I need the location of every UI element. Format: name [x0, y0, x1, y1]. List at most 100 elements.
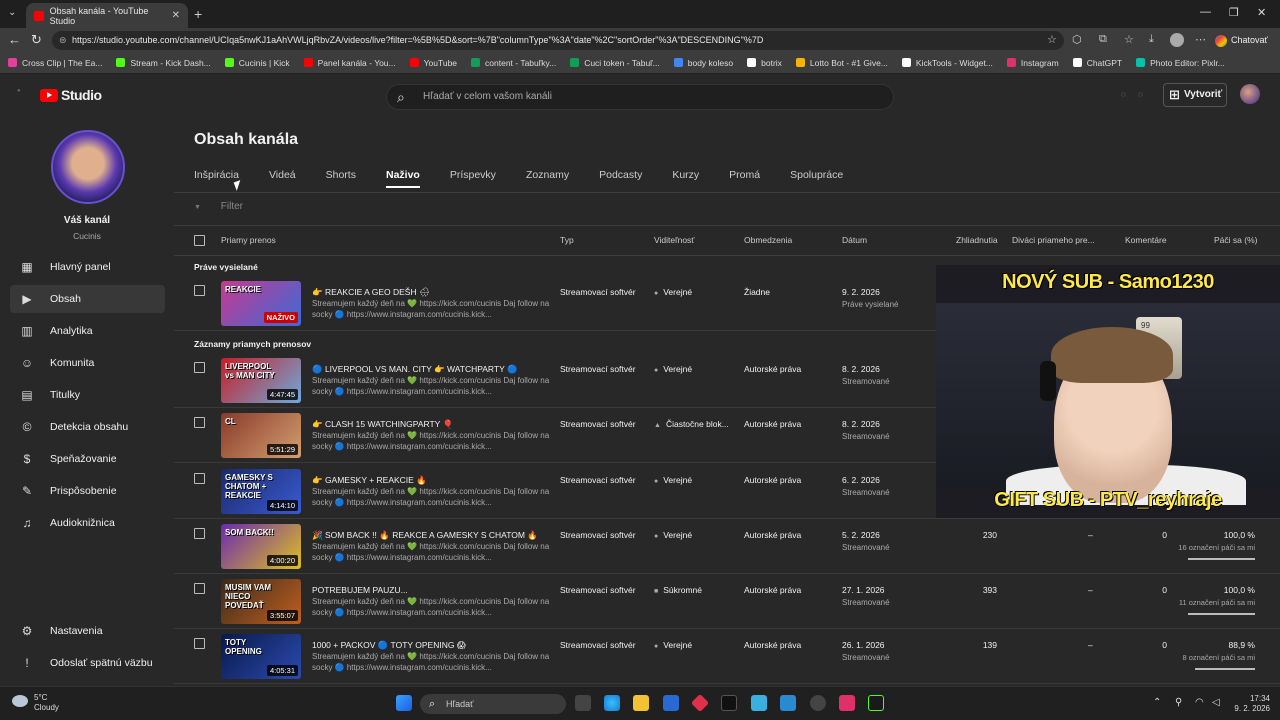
- tab-6[interactable]: Podcasty: [599, 169, 642, 188]
- clock[interactable]: 17:34 9. 2. 2026: [1232, 694, 1270, 714]
- tab-7[interactable]: Kurzy: [672, 169, 699, 188]
- restrictions-value[interactable]: Žiadne: [744, 287, 770, 297]
- extension-icon[interactable]: ⬡: [1072, 33, 1082, 46]
- video-title[interactable]: 🔵 LIVERPOOL VS MAN. CITY 👉 WATCHPARTY 🔵: [312, 364, 518, 375]
- bookmark-item[interactable]: body koleso: [673, 58, 733, 68]
- task-view-icon[interactable]: [575, 695, 591, 711]
- sidebar-item-copyright[interactable]: © Detekcia obsahu: [10, 413, 165, 441]
- bookmark-item[interactable]: YouTube: [409, 58, 457, 68]
- bookmark-item[interactable]: content - Tabuľky...: [471, 58, 556, 68]
- bookmark-item[interactable]: botrix: [747, 58, 782, 68]
- video-thumbnail[interactable]: SOM BACK!! 4:00:20: [221, 524, 301, 569]
- start-icon[interactable]: [396, 695, 412, 711]
- bookmark-item[interactable]: Cuci token - Tabuľ...: [570, 58, 660, 68]
- bookmark-star-icon[interactable]: ☆: [1047, 33, 1057, 46]
- row-checkbox[interactable]: [194, 528, 205, 539]
- account-avatar[interactable]: [1240, 84, 1260, 104]
- tab-8[interactable]: Promá: [729, 169, 760, 188]
- sidebar-item-dashboard[interactable]: ▦ Hlavný panel: [10, 253, 165, 281]
- column-header-views[interactable]: Zhliadnutia: [956, 235, 998, 245]
- bookmark-item[interactable]: Instagram: [1006, 58, 1059, 68]
- select-all-checkbox[interactable]: [194, 235, 205, 246]
- visibility-dropdown[interactable]: ▲ Čiastočne blok...: [654, 419, 729, 429]
- video-thumbnail[interactable]: TOTY OPENING 4:05:31: [221, 634, 301, 679]
- notification-icon[interactable]: ◌: [1138, 90, 1143, 99]
- browser-tab[interactable]: Obsah kanála - YouTube Studio ✕: [26, 3, 188, 28]
- visibility-dropdown[interactable]: ● Verejné: [654, 364, 692, 374]
- visibility-dropdown[interactable]: ● Verejné: [654, 530, 692, 540]
- profile-avatar-icon[interactable]: [1170, 33, 1184, 47]
- tab-9[interactable]: Spolupráce: [790, 169, 843, 188]
- column-header-restrictions[interactable]: Obmedzenia: [744, 235, 792, 245]
- table-row[interactable]: MUSIM VAM NIECO POVEDAŤ 3:55:07 POTREBUJEM…: [174, 574, 1280, 629]
- sidebar-item-audio-library[interactable]: ♫ Audioknižnica: [10, 509, 165, 537]
- create-button[interactable]: ⊞ Vytvoriť: [1163, 83, 1227, 107]
- video-thumbnail[interactable]: CL 5:51:29: [221, 413, 301, 458]
- maximize-icon[interactable]: ❐: [1229, 6, 1239, 19]
- row-checkbox[interactable]: [194, 285, 205, 296]
- video-thumbnail[interactable]: LIVERPOOL vs MAN CITY 4:47:45: [221, 358, 301, 403]
- minimize-icon[interactable]: —: [1200, 6, 1211, 18]
- mic-icon[interactable]: ⚲: [1175, 697, 1182, 708]
- table-row[interactable]: TOTY OPENING 4:05:31 1000 + PACKOV 🔵 TOTY …: [174, 629, 1280, 684]
- bookmark-item[interactable]: Panel kanála - You...: [303, 58, 396, 68]
- close-tab-icon[interactable]: ✕: [172, 10, 180, 21]
- bookmark-item[interactable]: Cucinis | Kick: [224, 58, 290, 68]
- row-checkbox[interactable]: [194, 417, 205, 428]
- bookmark-item[interactable]: Cross Clip | The Ea...: [8, 58, 102, 68]
- column-header-date[interactable]: Dátum: [842, 235, 867, 245]
- extensions-puzzle-icon[interactable]: ⧉: [1099, 33, 1107, 46]
- restrictions-value[interactable]: Autorské práva: [744, 530, 801, 540]
- row-checkbox[interactable]: [194, 638, 205, 649]
- menu-icon[interactable]: ●: [17, 88, 21, 94]
- edge-icon[interactable]: [604, 695, 620, 711]
- filter-input[interactable]: ▼ Filter: [194, 201, 243, 212]
- visibility-dropdown[interactable]: ● Verejné: [654, 475, 692, 485]
- channel-avatar[interactable]: [51, 130, 125, 204]
- column-header-comments[interactable]: Komentáre: [1125, 235, 1167, 245]
- download-icon[interactable]: ⤓: [1149, 33, 1154, 46]
- sidebar-item-community[interactable]: ☺ Komunita: [10, 349, 165, 377]
- video-title[interactable]: 🎉 SOM BACK !! 🔥 REAKCE A GAMESKY S CHATO…: [312, 530, 538, 541]
- search-input[interactable]: ⌕ Hľadať v celom vašom kanáli: [386, 84, 894, 110]
- sidebar-item-settings[interactable]: ⚙ Nastavenia: [10, 617, 165, 645]
- back-icon[interactable]: ←: [8, 32, 21, 47]
- notepad-icon[interactable]: [751, 695, 767, 711]
- tab-4[interactable]: Príspevky: [450, 169, 496, 188]
- bookmark-item[interactable]: Lotto Bot - #1 Give...: [795, 58, 888, 68]
- tiktok-icon[interactable]: [721, 695, 737, 711]
- restrictions-value[interactable]: Autorské práva: [744, 475, 801, 485]
- bookmark-item[interactable]: ChatGPT: [1072, 58, 1122, 68]
- tab-0[interactable]: Inšpirácia: [194, 169, 239, 188]
- bookmark-item[interactable]: KickTools - Widget...: [901, 58, 993, 68]
- taskbar-search[interactable]: ⌕ Hľadať: [420, 694, 566, 714]
- close-window-icon[interactable]: ✕: [1257, 6, 1266, 19]
- reload-icon[interactable]: ↻: [31, 32, 42, 48]
- column-header-live-viewers[interactable]: Diváci priameho pre...: [1012, 235, 1095, 245]
- column-header-type[interactable]: Typ: [560, 235, 574, 245]
- table-row[interactable]: SOM BACK!! 4:00:20 🎉 SOM BACK !! 🔥 REAKCE …: [174, 519, 1280, 574]
- status-icon[interactable]: ◌: [1121, 90, 1126, 99]
- visibility-dropdown[interactable]: ● Verejné: [654, 287, 692, 297]
- column-header-likes[interactable]: Páči sa (%): [1214, 235, 1257, 245]
- tab-search-icon[interactable]: ⌄: [8, 7, 16, 18]
- tab-1[interactable]: Videá: [269, 169, 296, 188]
- video-thumbnail[interactable]: REAKCIE NAŽIVO: [221, 281, 301, 326]
- row-checkbox[interactable]: [194, 583, 205, 594]
- restrictions-value[interactable]: Autorské práva: [744, 585, 801, 595]
- sidebar-item-monetization[interactable]: $ Speňažovanie: [10, 445, 165, 473]
- youtube-studio-logo[interactable]: Studio: [40, 87, 102, 103]
- row-checkbox[interactable]: [194, 362, 205, 373]
- bookmark-item[interactable]: Stream - Kick Dash...: [116, 58, 211, 68]
- tray-chevron-icon[interactable]: ⌃: [1153, 697, 1161, 708]
- bookmark-item[interactable]: Photo Editor: Pixlr...: [1136, 58, 1225, 68]
- video-title[interactable]: 1000 + PACKOV 🔵 TOTY OPENING 😱: [312, 640, 466, 651]
- video-title[interactable]: 👉 GAMESKY + REAKCIE 🔥: [312, 475, 427, 486]
- volume-icon[interactable]: ◁: [1212, 697, 1220, 708]
- weather-widget[interactable]: 5°C Cloudy: [12, 693, 59, 713]
- tab-5[interactable]: Zoznamy: [526, 169, 569, 188]
- visibility-dropdown[interactable]: ■ Súkromné: [654, 585, 702, 595]
- tab-2[interactable]: Shorts: [326, 169, 356, 188]
- video-title[interactable]: 👉 CLASH 15 WATCHINGPARTY 🎈: [312, 419, 453, 430]
- sidebar-item-feedback[interactable]: ! Odoslať spätnú väzbu: [10, 649, 165, 677]
